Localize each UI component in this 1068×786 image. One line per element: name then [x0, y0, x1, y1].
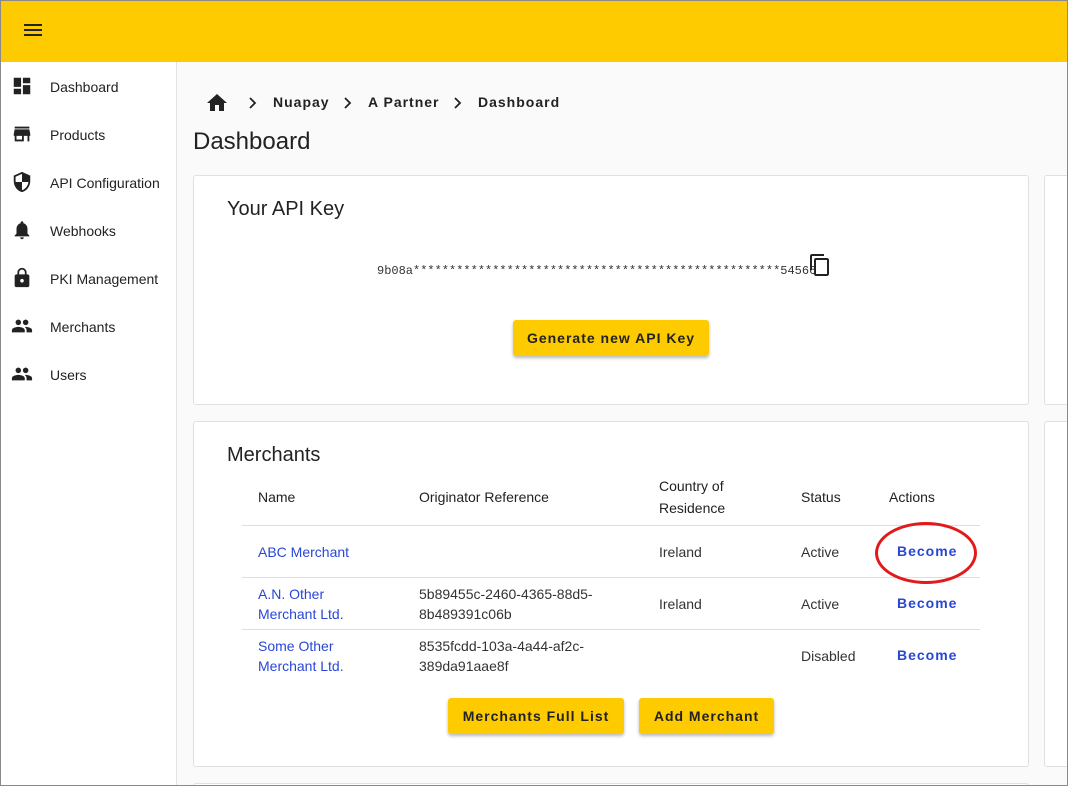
- bell-icon: [14, 221, 30, 240]
- originator-reference: 5b89455c-2460-4365-88d5-8b489391c06b: [419, 586, 593, 622]
- people-icon: [11, 319, 33, 333]
- copy-icon[interactable]: [808, 252, 832, 278]
- become-button[interactable]: Become: [897, 647, 957, 663]
- store-icon: [13, 126, 31, 142]
- breadcrumb-link-a-partner[interactable]: A Partner: [368, 94, 440, 110]
- add-merchant-button[interactable]: Add Merchant: [639, 698, 774, 734]
- side-card-partial: [1044, 175, 1067, 405]
- table-row: A.N. Other Merchant Ltd. 5b89455c-2460-4…: [242, 577, 980, 630]
- country-cell: Ireland: [659, 544, 702, 560]
- country-cell: Ireland: [659, 596, 702, 612]
- sidebar-item-label: API Configuration: [50, 175, 160, 191]
- sidebar-item-dashboard[interactable]: Dashboard: [1, 64, 176, 108]
- home-icon[interactable]: [205, 91, 229, 115]
- sidebar-item-products[interactable]: Products: [1, 112, 176, 156]
- column-header-actions: Actions: [889, 489, 935, 505]
- lock-icon: [14, 267, 30, 288]
- sidebar-item-webhooks[interactable]: Webhooks: [1, 208, 176, 252]
- table-row: ABC Merchant Ireland Active Become: [242, 525, 980, 578]
- originator-reference: 8535fcdd-103a-4a44-af2c-389da91aae8f: [419, 638, 585, 674]
- side-card-partial: [1044, 421, 1067, 767]
- merchant-name-link[interactable]: A.N. Other Merchant Ltd.: [258, 584, 378, 624]
- sidebar-item-merchants[interactable]: Merchants: [1, 304, 176, 348]
- merchants-card: Merchants Name Originator Reference Coun…: [193, 421, 1029, 767]
- status-cell: Active: [801, 544, 840, 560]
- column-header-status: Status: [801, 489, 841, 505]
- api-key-card-title: Your API Key: [227, 198, 345, 220]
- become-button[interactable]: Become: [897, 543, 957, 559]
- page-title: Dashboard: [193, 128, 311, 155]
- top-app-bar: [1, 1, 1067, 62]
- sidebar-item-label: Users: [50, 367, 87, 383]
- status-cell: Disabled: [801, 648, 856, 664]
- api-key-value: 9b08a***********************************…: [377, 264, 817, 278]
- api-key-card: Your API Key 9b08a**********************…: [193, 175, 1029, 405]
- sidebar-item-label: Merchants: [50, 319, 116, 335]
- menu-icon[interactable]: [19, 18, 49, 44]
- breadcrumb-current-dashboard: Dashboard: [478, 94, 561, 110]
- sidebar-item-api-configuration[interactable]: API Configuration: [1, 160, 176, 204]
- sidebar-item-label: Dashboard: [50, 79, 119, 95]
- chevron-right-icon: [344, 97, 352, 109]
- status-cell: Active: [801, 596, 840, 612]
- sidebar-item-label: Products: [50, 127, 106, 143]
- merchants-full-list-button[interactable]: Merchants Full List: [448, 698, 624, 734]
- column-header-originator-reference: Originator Reference: [419, 489, 549, 505]
- merchants-card-title: Merchants: [227, 444, 321, 466]
- dashboard-icon: [13, 77, 31, 95]
- table-row: Some Other Merchant Ltd. 8535fcdd-103a-4…: [242, 629, 980, 682]
- sidebar-item-users[interactable]: Users: [1, 352, 176, 396]
- breadcrumb-link-nuapay[interactable]: Nuapay: [273, 94, 330, 110]
- sidebar: Dashboard Products API Configuration Web…: [1, 62, 177, 785]
- app-window: Dashboard Products API Configuration Web…: [0, 0, 1068, 786]
- sidebar-item-label: Webhooks: [50, 223, 116, 239]
- people-icon: [11, 367, 33, 381]
- generate-api-key-button[interactable]: Generate new API Key: [513, 320, 709, 356]
- column-header-country: Country of Residence: [659, 478, 726, 516]
- merchant-name-link[interactable]: Some Other Merchant Ltd.: [258, 636, 378, 676]
- chevron-right-icon: [249, 97, 257, 109]
- sidebar-item-pki-management[interactable]: PKI Management: [1, 256, 176, 300]
- sidebar-item-label: PKI Management: [50, 271, 159, 287]
- merchant-name-link[interactable]: ABC Merchant: [258, 542, 378, 562]
- chevron-right-icon: [454, 97, 462, 109]
- shield-icon: [13, 171, 31, 193]
- become-button[interactable]: Become: [897, 595, 957, 611]
- column-header-name: Name: [258, 489, 296, 505]
